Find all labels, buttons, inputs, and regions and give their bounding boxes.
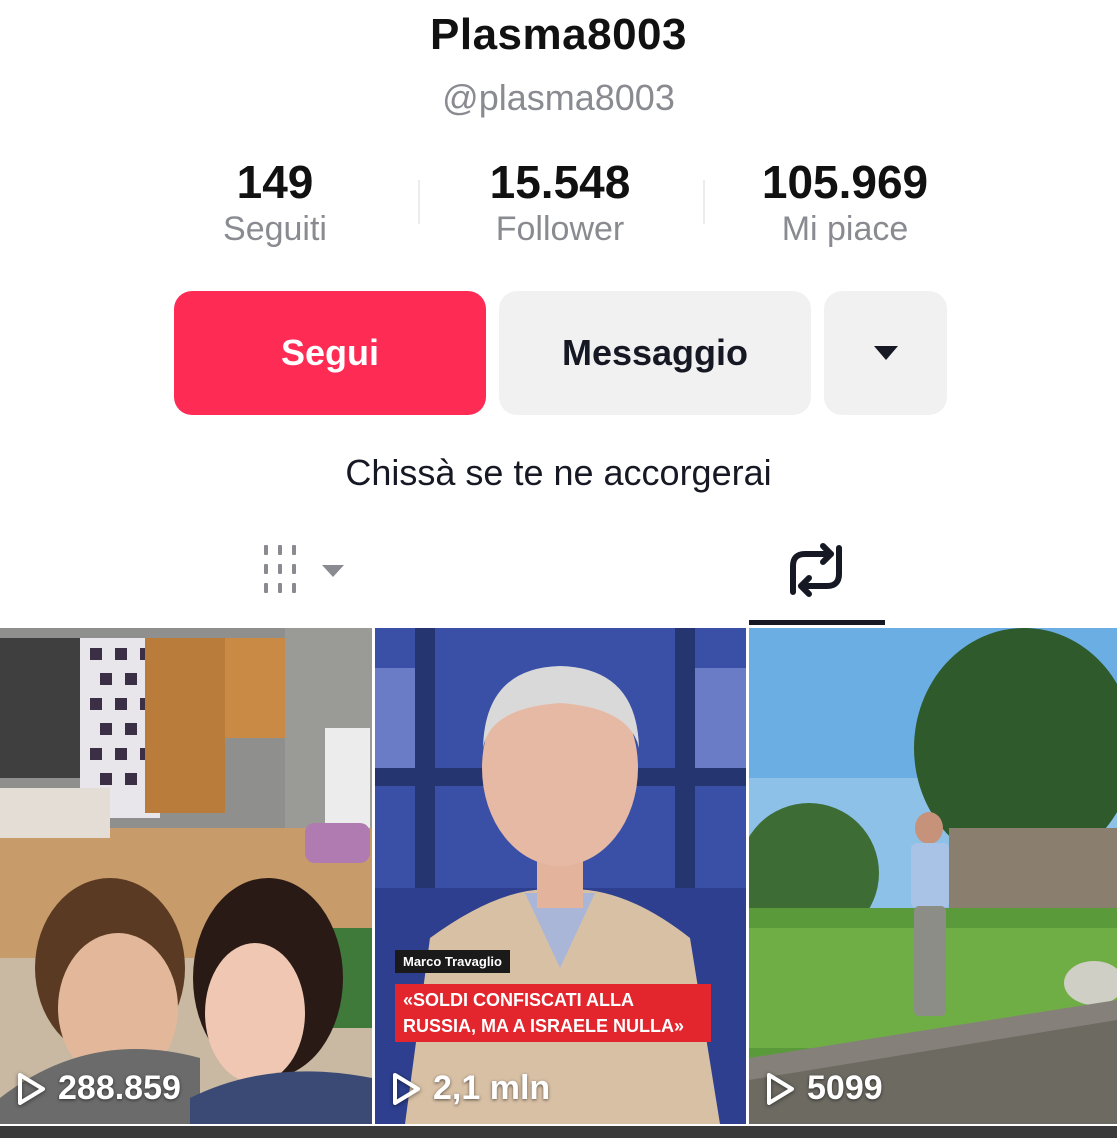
stat-following-count: 149 bbox=[236, 156, 314, 208]
message-button[interactable]: Messaggio bbox=[499, 291, 811, 415]
follow-button[interactable]: Segui bbox=[174, 291, 486, 415]
grid-dropdown-icon bbox=[264, 545, 344, 593]
view-count: 5099 bbox=[765, 1069, 883, 1108]
play-icon bbox=[18, 1072, 45, 1105]
profile-display-name: Plasma8003 bbox=[430, 10, 687, 59]
video-thumbnail[interactable]: 5099 bbox=[749, 628, 1117, 1124]
more-options-button[interactable] bbox=[824, 291, 947, 415]
caption-name-tag: Marco Travaglio bbox=[395, 950, 510, 973]
tab-videos[interactable] bbox=[262, 545, 352, 595]
active-tab-indicator bbox=[749, 620, 885, 625]
repost-icon bbox=[790, 543, 842, 597]
caret-down-icon bbox=[873, 346, 898, 360]
play-icon bbox=[393, 1072, 420, 1105]
profile-bio: Chissà se te ne accorgerai bbox=[345, 452, 772, 493]
view-count-text: 288.859 bbox=[58, 1069, 181, 1107]
play-icon bbox=[767, 1072, 794, 1105]
next-row-thumbnails bbox=[0, 1126, 1117, 1138]
stat-divider bbox=[418, 180, 420, 224]
stat-followers[interactable]: 15.548 Follower bbox=[440, 156, 680, 250]
stat-followers-count: 15.548 bbox=[489, 156, 631, 208]
stat-likes[interactable]: 105.969 Mi piace bbox=[725, 156, 965, 250]
video-3-image bbox=[749, 628, 1117, 1124]
view-count-text: 5099 bbox=[807, 1069, 883, 1107]
stat-following-label: Seguiti bbox=[223, 210, 327, 248]
video-thumbnail[interactable]: Marco Travaglio «SOLDI CONFISCATI ALLA R… bbox=[375, 628, 746, 1124]
caption-headline: «SOLDI CONFISCATI ALLA RUSSIA, MA A ISRA… bbox=[395, 984, 711, 1042]
stat-likes-label: Mi piace bbox=[781, 210, 909, 248]
video-1-image bbox=[0, 628, 372, 1124]
stat-following[interactable]: 149 Seguiti bbox=[175, 156, 375, 250]
view-count: 2,1 mln bbox=[391, 1069, 550, 1108]
view-count-text: 2,1 mln bbox=[433, 1069, 551, 1107]
stat-divider bbox=[703, 180, 705, 224]
stat-followers-label: Follower bbox=[495, 210, 625, 248]
tab-reposts[interactable] bbox=[783, 540, 849, 600]
video-2-image bbox=[375, 628, 746, 1124]
stat-likes-count: 105.969 bbox=[761, 156, 929, 208]
profile-username: @plasma8003 bbox=[442, 77, 675, 118]
video-thumbnail[interactable]: 288.859 bbox=[0, 628, 372, 1124]
view-count: 288.859 bbox=[16, 1069, 181, 1108]
